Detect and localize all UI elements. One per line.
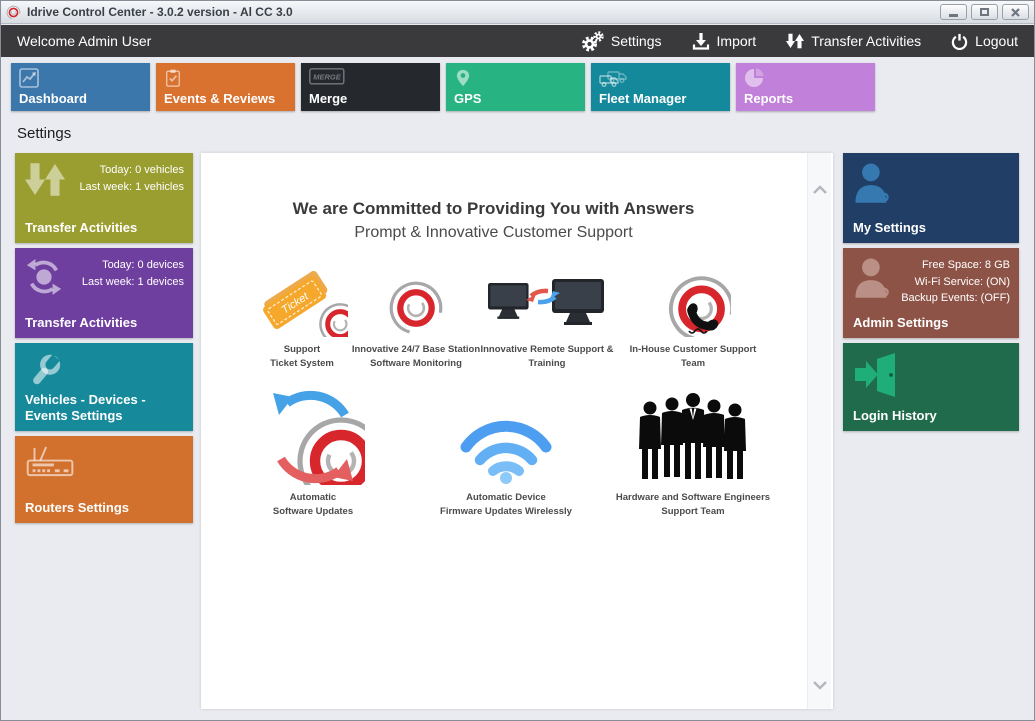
- main-panel: We are Committed to Providing You with A…: [201, 153, 833, 709]
- scrollbar[interactable]: [807, 153, 831, 709]
- card-transfer-activities-vehicles[interactable]: Today: 0 vehicles Last week: 1 vehicles …: [15, 153, 193, 243]
- pie-chart-icon: [744, 68, 764, 88]
- import-icon: [692, 32, 710, 50]
- tile-label: Reports: [744, 91, 793, 106]
- auto-update-icon: [261, 389, 365, 485]
- remote-monitors-icon: [486, 275, 608, 337]
- menu-item-transfer-activities[interactable]: Transfer Activities: [786, 33, 921, 49]
- feature-caption: Automatic Software Updates: [228, 491, 398, 520]
- app-window: Idrive Control Center - 3.0.2 version - …: [0, 0, 1035, 721]
- feature-remote-support: Innovative Remote Support & Training: [462, 271, 632, 372]
- team-silhouettes-icon: [636, 391, 750, 485]
- menu-item-logout[interactable]: Logout: [951, 33, 1018, 50]
- minimize-button[interactable]: [940, 4, 967, 20]
- feature-inhouse-support: In-House Customer Support Team: [608, 271, 778, 372]
- card-admin-settings[interactable]: Free Space: 8 GB Wi-Fi Service: (ON) Bac…: [843, 248, 1019, 338]
- target-logo-icon: [387, 279, 445, 337]
- router-icon: [25, 446, 77, 479]
- menubar-actions: Settings Import Transfer Activities Logo…: [581, 31, 1018, 52]
- trucks-icon: [599, 68, 629, 88]
- tile-label: Events & Reviews: [164, 91, 275, 106]
- feature-caption: In-House Customer Support Team: [608, 343, 778, 372]
- gears-icon: [581, 31, 604, 52]
- card-routers-settings[interactable]: Routers Settings: [15, 436, 193, 523]
- window-controls: [940, 4, 1029, 20]
- scroll-up-icon[interactable]: [812, 181, 828, 199]
- window-title: Idrive Control Center - 3.0.2 version - …: [27, 5, 293, 19]
- svg-text:MERGE: MERGE: [313, 73, 342, 82]
- support-subtitle: Prompt & Innovative Customer Support: [201, 224, 786, 242]
- map-pin-icon: [454, 68, 472, 88]
- tab-dashboard[interactable]: Dashboard: [11, 63, 150, 111]
- tab-events-reviews[interactable]: Events & Reviews: [156, 63, 295, 111]
- welcome-text: Welcome Admin User: [17, 33, 151, 49]
- page-title: Settings: [17, 125, 71, 142]
- app-logo-target-icon: [6, 5, 21, 20]
- feature-firmware-updates: Automatic Device Firmware Updates Wirele…: [421, 385, 591, 520]
- minimize-icon: [949, 14, 958, 17]
- sync-icon: [25, 258, 63, 296]
- scroll-down-icon[interactable]: [812, 677, 828, 695]
- card-label: Routers Settings: [25, 500, 187, 516]
- power-icon: [951, 33, 968, 50]
- menubar: Welcome Admin User Settings Import Trans…: [1, 25, 1034, 57]
- feature-caption: Innovative Remote Support & Training: [462, 343, 632, 372]
- menu-item-settings[interactable]: Settings: [581, 31, 662, 52]
- tile-label: Dashboard: [19, 91, 87, 106]
- feature-auto-software-updates: Automatic Software Updates: [228, 385, 398, 520]
- merge-logo-icon: MERGE: [309, 68, 345, 85]
- card-stats: Today: 0 vehicles Last week: 1 vehicles: [79, 162, 184, 195]
- feature-caption: Hardware and Software Engineers Support …: [608, 491, 778, 520]
- transfer-arrows-icon: [786, 33, 804, 49]
- nav-tiles: Dashboard Events & Reviews MERGE Merge G…: [11, 63, 875, 111]
- tab-reports[interactable]: Reports: [736, 63, 875, 111]
- close-icon: [1011, 8, 1020, 17]
- card-label: My Settings: [853, 220, 1013, 236]
- card-label: Transfer Activities: [25, 315, 187, 331]
- user-icon: [853, 163, 891, 205]
- right-sidebar: My Settings Free Space: 8 GB Wi-Fi Servi…: [843, 153, 1019, 436]
- card-stats: Today: 0 devices Last week: 1 devices: [82, 257, 184, 290]
- phone-support-icon: [655, 273, 731, 337]
- menu-item-label: Logout: [975, 33, 1018, 49]
- line-chart-icon: [19, 68, 39, 88]
- left-sidebar: Today: 0 vehicles Last week: 1 vehicles …: [15, 153, 193, 528]
- wifi-icon: [457, 411, 555, 485]
- wrench-icon: [25, 353, 63, 391]
- menu-item-label: Settings: [611, 33, 662, 49]
- card-vehicles-devices-events-settings[interactable]: Vehicles - Devices - Events Settings: [15, 343, 193, 431]
- card-label: Transfer Activities: [25, 220, 187, 236]
- card-label: Admin Settings: [853, 315, 1013, 331]
- menu-item-import[interactable]: Import: [692, 32, 757, 50]
- feature-engineers-team: Hardware and Software Engineers Support …: [608, 385, 778, 520]
- menu-item-label: Import: [717, 33, 757, 49]
- maximize-button[interactable]: [971, 4, 998, 20]
- close-button[interactable]: [1002, 4, 1029, 20]
- tab-fleet-manager[interactable]: Fleet Manager: [591, 63, 730, 111]
- transfer-arrows-icon: [25, 163, 65, 196]
- tile-label: GPS: [454, 91, 481, 106]
- card-my-settings[interactable]: My Settings: [843, 153, 1019, 243]
- menu-item-label: Transfer Activities: [811, 33, 921, 49]
- support-title: We are Committed to Providing You with A…: [201, 199, 786, 219]
- clipboard-check-icon: [164, 68, 182, 88]
- tile-label: Fleet Manager: [599, 91, 686, 106]
- feature-caption: Automatic Device Firmware Updates Wirele…: [421, 491, 591, 520]
- titlebar[interactable]: Idrive Control Center - 3.0.2 version - …: [1, 1, 1034, 24]
- login-door-icon: [853, 353, 899, 397]
- card-transfer-activities-devices[interactable]: Today: 0 devices Last week: 1 devices Tr…: [15, 248, 193, 338]
- card-login-history[interactable]: Login History: [843, 343, 1019, 431]
- card-label: Login History: [853, 408, 1013, 424]
- card-label: Vehicles - Devices - Events Settings: [25, 392, 187, 425]
- admin-user-icon: [853, 258, 891, 300]
- tab-merge[interactable]: MERGE Merge: [301, 63, 440, 111]
- maximize-icon: [980, 8, 989, 16]
- tile-label: Merge: [309, 91, 347, 106]
- tab-gps[interactable]: GPS: [446, 63, 585, 111]
- card-stats: Free Space: 8 GB Wi-Fi Service: (ON) Bac…: [901, 257, 1010, 307]
